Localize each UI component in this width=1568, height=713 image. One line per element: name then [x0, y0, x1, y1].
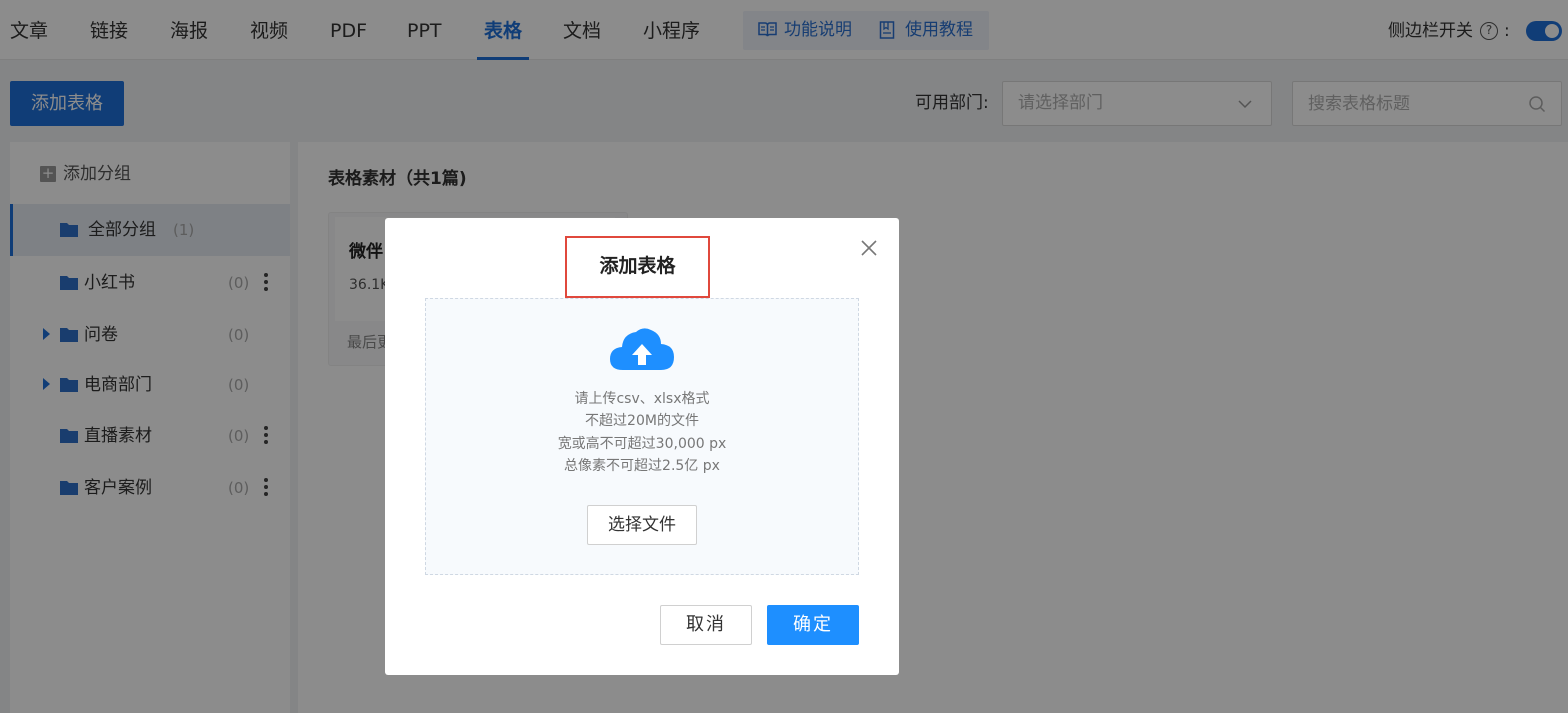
add-spreadsheet-dialog: 添加表格 请上传csv、xlsx格式 不超过20M的文件 宽或高不可超过30,0…	[385, 218, 899, 675]
title-highlight-box: 添加表格	[565, 236, 710, 298]
close-icon[interactable]	[859, 238, 879, 258]
choose-file-button[interactable]: 选择文件	[587, 505, 697, 545]
cloud-upload-icon	[610, 328, 674, 370]
upload-hint-format: 请上传csv、xlsx格式	[574, 391, 710, 407]
upload-dropzone[interactable]: 请上传csv、xlsx格式 不超过20M的文件 宽或高不可超过30,000 px…	[425, 298, 859, 575]
confirm-button[interactable]: 确定	[767, 605, 859, 645]
upload-hint-size: 不超过20M的文件	[585, 413, 699, 429]
dialog-title: 添加表格	[599, 255, 676, 277]
upload-hint-dimension: 宽或高不可超过30,000 px	[557, 436, 727, 452]
upload-hint-pixels: 总像素不可超过2.5亿 px	[564, 458, 720, 474]
cancel-button[interactable]: 取消	[660, 605, 752, 645]
